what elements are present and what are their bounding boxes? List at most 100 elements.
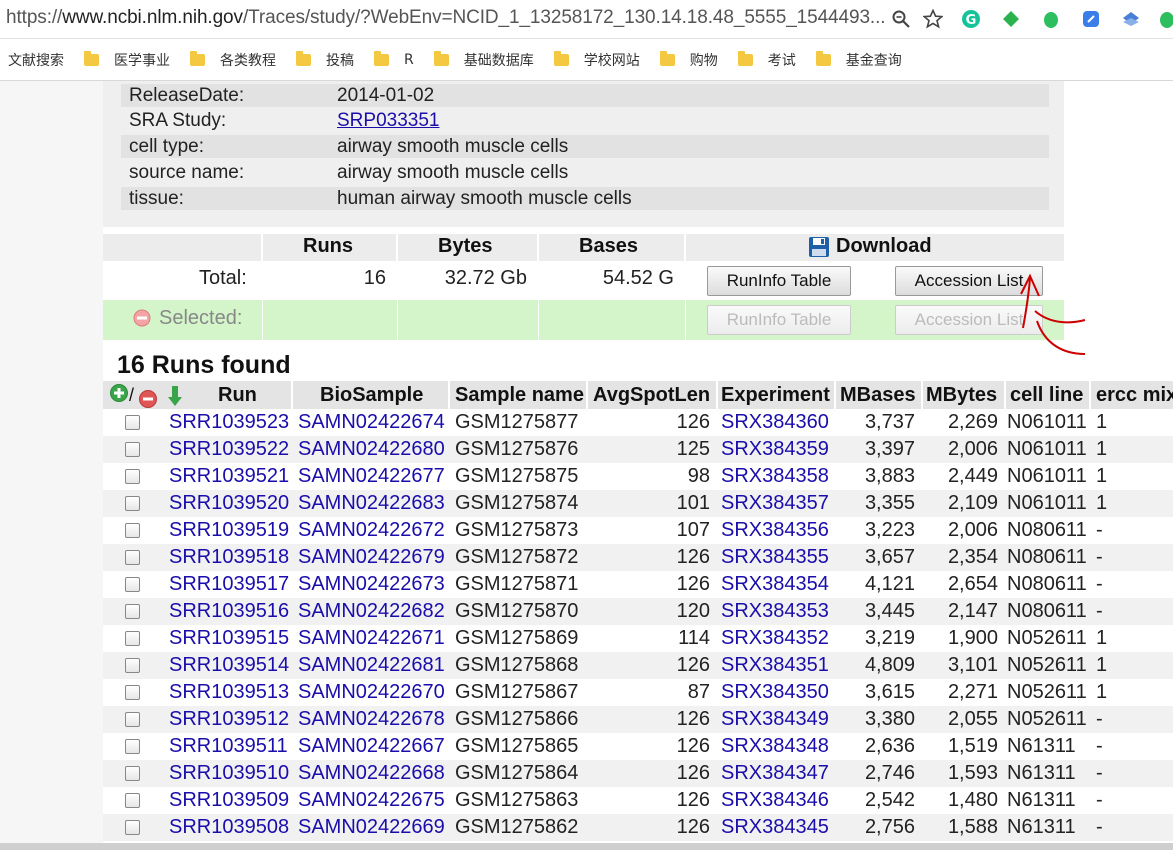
biosample-link[interactable]: SAMN02422671 bbox=[298, 627, 445, 650]
bookmark-folder[interactable]: 医学事业 bbox=[84, 50, 170, 70]
url-field[interactable]: https://www.ncbi.nlm.nih.gov/Traces/stud… bbox=[6, 7, 886, 29]
run-link[interactable]: SRR1039515 bbox=[169, 627, 289, 650]
experiment-link[interactable]: SRX384359 bbox=[721, 438, 829, 461]
run-link[interactable]: SRR1039509 bbox=[169, 789, 289, 812]
row-checkbox[interactable] bbox=[125, 793, 140, 808]
row-checkbox[interactable] bbox=[125, 577, 140, 592]
evernote-icon[interactable] bbox=[1040, 8, 1062, 30]
experiment-link[interactable]: SRX384345 bbox=[721, 816, 829, 839]
run-link[interactable]: SRR1039511 bbox=[169, 735, 288, 758]
run-link[interactable]: SRR1039522 bbox=[169, 438, 289, 461]
bookmark-folder[interactable]: 基金查询 bbox=[815, 50, 902, 70]
biosample-link[interactable]: SAMN02422675 bbox=[298, 789, 445, 812]
biosample-link[interactable]: SAMN02422670 bbox=[298, 681, 445, 704]
run-link[interactable]: SRR1039523 bbox=[169, 411, 289, 434]
experiment-link[interactable]: SRX384351 bbox=[721, 654, 829, 677]
biosample-link[interactable]: SAMN02422677 bbox=[298, 465, 445, 488]
run-link[interactable]: SRR1039518 bbox=[169, 546, 289, 569]
run-link[interactable]: SRR1039513 bbox=[169, 681, 289, 704]
biosample-link[interactable]: SAMN02422680 bbox=[298, 438, 445, 461]
run-link[interactable]: SRR1039521 bbox=[169, 465, 289, 488]
translate-icon[interactable] bbox=[1120, 8, 1142, 30]
experiment-link[interactable]: SRX384357 bbox=[721, 492, 829, 515]
row-checkbox[interactable] bbox=[125, 820, 140, 835]
col-header-avgspotlen[interactable]: AvgSpotLen bbox=[593, 384, 710, 407]
experiment-link[interactable]: SRX384360 bbox=[721, 411, 829, 434]
run-link[interactable]: SRR1039510 bbox=[169, 762, 289, 785]
bookmark-folder[interactable]: 投稿 bbox=[296, 50, 354, 70]
biosample-link[interactable]: SAMN02422674 bbox=[298, 411, 445, 434]
col-header-run[interactable]: Run bbox=[218, 384, 257, 407]
run-link[interactable]: SRR1039514 bbox=[169, 654, 289, 677]
bookmark-folder[interactable]: 购物 bbox=[659, 50, 718, 70]
row-checkbox[interactable] bbox=[125, 739, 140, 754]
experiment-link[interactable]: SRX384353 bbox=[721, 600, 829, 623]
col-header-sample-name[interactable]: Sample name bbox=[455, 384, 584, 407]
select-all-plus-icon[interactable] bbox=[109, 383, 129, 409]
row-checkbox[interactable] bbox=[125, 415, 140, 430]
bookmark-folder[interactable]: 各类教程 bbox=[190, 50, 276, 70]
run-link[interactable]: SRR1039508 bbox=[169, 816, 289, 839]
run-link[interactable]: SRR1039512 bbox=[169, 708, 289, 731]
biosample-link[interactable]: SAMN02422672 bbox=[298, 519, 445, 542]
run-link[interactable]: SRR1039520 bbox=[169, 492, 289, 515]
experiment-link[interactable]: SRX384346 bbox=[721, 789, 829, 812]
biosample-link[interactable]: SAMN02422669 bbox=[298, 816, 445, 839]
biosample-link[interactable]: SAMN02422678 bbox=[298, 708, 445, 731]
col-header-cell-line[interactable]: cell line bbox=[1010, 384, 1083, 407]
col-header-ercc-mix[interactable]: ercc mix bbox=[1096, 384, 1173, 407]
bookmark-folder[interactable]: 考试 bbox=[737, 50, 796, 70]
experiment-link[interactable]: SRX384348 bbox=[721, 735, 829, 758]
row-checkbox[interactable] bbox=[125, 712, 140, 727]
run-link[interactable]: SRR1039516 bbox=[169, 600, 289, 623]
row-checkbox[interactable] bbox=[125, 631, 140, 646]
feedly-icon[interactable] bbox=[1000, 8, 1022, 30]
row-checkbox[interactable] bbox=[125, 442, 140, 457]
biosample-link[interactable]: SAMN02422683 bbox=[298, 492, 445, 515]
experiment-link[interactable]: SRX384354 bbox=[721, 573, 829, 596]
run-link[interactable]: SRR1039517 bbox=[169, 573, 289, 596]
bookmark-star-icon[interactable] bbox=[922, 8, 944, 30]
row-checkbox[interactable] bbox=[125, 523, 140, 538]
col-header-experiment[interactable]: Experiment bbox=[721, 384, 830, 407]
extension-icon[interactable] bbox=[1080, 8, 1102, 30]
row-checkbox[interactable] bbox=[125, 685, 140, 700]
biosample-link[interactable]: SAMN02422673 bbox=[298, 573, 445, 596]
bookmark-folder[interactable]: 学校网站 bbox=[553, 50, 640, 70]
bookmark-folder[interactable]: 基础数据库 bbox=[433, 50, 534, 70]
biosample-link[interactable]: SAMN02422667 bbox=[298, 735, 445, 758]
row-checkbox[interactable] bbox=[125, 550, 140, 565]
biosample-link[interactable]: SAMN02422682 bbox=[298, 600, 445, 623]
evernote-web-clipper-icon[interactable] bbox=[1155, 8, 1173, 30]
col-header-biosample[interactable]: BioSample bbox=[320, 384, 423, 407]
row-checkbox[interactable] bbox=[125, 496, 140, 511]
zoom-icon[interactable] bbox=[890, 8, 912, 30]
row-checkbox[interactable] bbox=[125, 469, 140, 484]
biosample-link[interactable]: SAMN02422668 bbox=[298, 762, 445, 785]
row-checkbox[interactable] bbox=[125, 766, 140, 781]
experiment-link[interactable]: SRX384355 bbox=[721, 546, 829, 569]
experiment-link[interactable]: SRX384349 bbox=[721, 708, 829, 731]
row-checkbox[interactable] bbox=[125, 604, 140, 619]
bookmark-item[interactable]: 文献搜索 bbox=[8, 50, 64, 70]
grammarly-icon[interactable]: G bbox=[960, 8, 982, 30]
biosample-link[interactable]: SAMN02422679 bbox=[298, 546, 445, 569]
bookmark-folder[interactable]: R bbox=[374, 50, 414, 68]
mbytes-cell: 2,271 bbox=[947, 681, 998, 703]
experiment-link[interactable]: SRX384347 bbox=[721, 762, 829, 785]
cell-line-cell: N61311 bbox=[1007, 735, 1076, 757]
experiment-link[interactable]: SRX384352 bbox=[721, 627, 829, 650]
experiment-link[interactable]: SRX384356 bbox=[721, 519, 829, 542]
experiment-link[interactable]: SRX384350 bbox=[721, 681, 829, 704]
sra-study-link[interactable]: SRP033351 bbox=[337, 110, 439, 132]
col-header-mbytes[interactable]: MBytes bbox=[926, 384, 997, 407]
horizontal-scrollbar[interactable] bbox=[0, 843, 1173, 850]
biosample-link[interactable]: SAMN02422681 bbox=[298, 654, 445, 677]
experiment-link[interactable]: SRX384358 bbox=[721, 465, 829, 488]
col-header-mbases[interactable]: MBases bbox=[840, 384, 916, 407]
attribute-row: cell type: airway smooth muscle cells bbox=[121, 135, 1049, 158]
runinfo-table-selected-button[interactable]: RunInfo Table bbox=[707, 305, 851, 335]
runinfo-table-button[interactable]: RunInfo Table bbox=[707, 266, 851, 296]
run-link[interactable]: SRR1039519 bbox=[169, 519, 289, 542]
row-checkbox[interactable] bbox=[125, 658, 140, 673]
